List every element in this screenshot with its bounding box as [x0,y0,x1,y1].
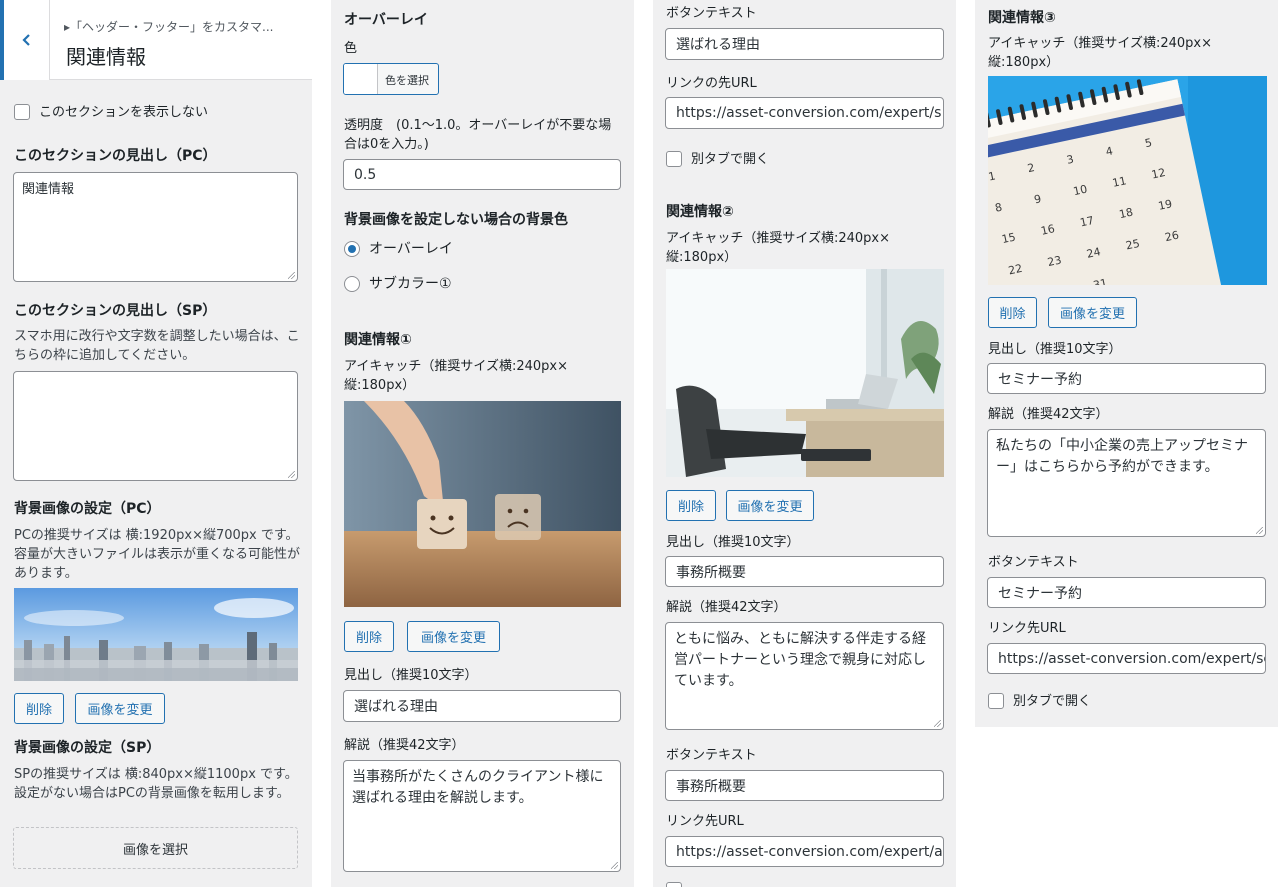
color-picker-button[interactable]: 色を選択 [343,63,439,95]
heading-sp-label: このセクションの見出し（SP） [14,303,217,319]
related1-new-tab-checkbox[interactable] [666,151,682,167]
radio-subcolor[interactable] [344,276,360,292]
heading-sp-textarea[interactable] [13,371,298,481]
hide-section-label: このセクションを表示しない [39,105,209,120]
related3-eyecatch-label: アイキャッチ（推奨サイズ横:240px×縦:180px） [988,36,1212,70]
related3-midashi-label: 見出し（推奨10文字） [988,342,1122,357]
related2-kaisetsu-label: 解説（推奨42文字） [666,600,787,615]
related2-eyecatch-label: アイキャッチ（推奨サイズ横:240px×縦:180px） [666,231,890,265]
radio-subcolor-label: サブカラー① [369,276,452,292]
select-image-label: 画像を選択 [122,842,188,858]
related1-change-button[interactable]: 画像を変更 [407,621,500,652]
related1-link-label: リンクの先URL [666,76,757,91]
bg-pc-label: 背景画像の設定（PC） [14,501,161,517]
related1-remove-button[interactable]: 削除 [344,621,394,652]
radio-overlay-label: オーバーレイ [369,241,453,257]
related3-eyecatch-image: 123458910111215161718192223242526293031 [988,76,1267,285]
related3-remove-button[interactable]: 削除 [988,297,1037,328]
color-picker-label: 色を選択 [385,74,429,87]
related2-eyecatch-image [666,269,944,477]
bg-pc-remove-button[interactable]: 削除 [14,693,64,724]
related1-link-input[interactable]: https://asset-conversion.com/expert/s [665,97,944,129]
customizer-panel-2: オーバーレイ 色 色を選択 透明度 (0.1〜1.0。オーバーレイが不要な場合は… [331,0,634,887]
bg-none-heading: 背景画像を設定しない場合の背景色 [344,212,568,228]
related2-link-input[interactable]: https://asset-conversion.com/expert/abo [665,836,944,867]
related2-link-label: リンク先URL [666,814,744,829]
bg-pc-description: PCの推奨サイズは 横:1920px×縦700px です。容量が大きいファイルは… [14,528,301,581]
related2-midashi-input[interactable]: 事務所概要 [665,556,944,587]
related3-midashi-input[interactable]: セミナー予約 [987,363,1266,394]
related3-kaisetsu-label: 解説（推奨42文字） [988,407,1109,422]
opacity-input[interactable]: 0.5 [343,159,621,190]
related1-heading: 関連情報① [344,332,412,348]
hide-section-checkbox[interactable] [14,104,30,120]
related2-heading: 関連情報② [666,204,734,220]
related3-button-text-input[interactable]: セミナー予約 [987,577,1266,608]
related3-button-text-label: ボタンテキスト [988,555,1079,570]
related3-link-input[interactable]: https://asset-conversion.com/expert/ser [987,643,1266,674]
related2-button-text-input[interactable]: 事務所概要 [665,770,944,801]
panel-header: ▸「ヘッダー・フッター」をカスタマ... 関連情報 [0,0,312,80]
bg-sp-label: 背景画像の設定（SP） [14,740,161,756]
related3-new-tab-checkbox[interactable] [988,693,1004,709]
overlay-heading: オーバーレイ [344,12,428,28]
heading-pc-label: このセクションの見出し（PC） [14,148,217,164]
related2-button-text-label: ボタンテキスト [666,748,757,763]
related1-eyecatch-image [344,401,621,607]
heading-pc-textarea[interactable]: 関連情報 [13,172,298,282]
color-swatch [344,64,378,94]
related2-midashi-label: 見出し（推奨10文字） [666,535,800,550]
back-button[interactable] [0,0,50,80]
related1-button-text-input[interactable]: 選ばれる理由 [665,28,944,60]
related3-change-button[interactable]: 画像を変更 [1048,297,1137,328]
customizer-panel-4: 関連情報③ アイキャッチ（推奨サイズ横:240px×縦:180px） 12345… [975,0,1278,727]
related2-new-tab-checkbox[interactable] [666,882,682,887]
related1-kaisetsu-label: 解説（推奨42文字） [344,738,465,753]
related1-new-tab-label: 別タブで開く [691,152,770,167]
related3-link-label: リンク先URL [988,621,1066,636]
customizer-panel-3: ボタンテキスト 選ばれる理由 リンクの先URL https://asset-co… [653,0,956,887]
bg-sp-select-image-button[interactable]: 画像を選択 [13,827,298,869]
heading-sp-description: スマホ用に改行や文字数を調整したい場合は、こちらの枠に追加してください。 [14,329,300,363]
related3-kaisetsu-textarea[interactable]: 私たちの「中小企業の売上アップセミナー」はこちらから予約ができます。 [987,429,1266,537]
radio-overlay[interactable] [344,241,360,257]
bg-sp-description: SPの推奨サイズは 横:840px×縦1100px です。設定がない場合はPCの… [14,767,298,801]
related2-kaisetsu-textarea[interactable]: ともに悩み、ともに解決する伴走する経営パートナーという理念で親身に対応しています… [665,622,944,730]
breadcrumb: ▸「ヘッダー・フッター」をカスタマ... [64,20,274,34]
related1-midashi-input[interactable]: 選ばれる理由 [343,690,621,722]
color-label: 色 [344,41,358,56]
customizer-panel-1: ▸「ヘッダー・フッター」をカスタマ... 関連情報 このセクションを表示しない … [0,0,312,887]
bg-pc-preview-image [14,588,298,681]
chevron-left-icon [21,34,30,46]
panel-title: 関連情報 [66,45,146,69]
related1-midashi-label: 見出し（推奨10文字） [344,668,478,683]
related2-change-button[interactable]: 画像を変更 [726,490,814,521]
related1-button-text-label: ボタンテキスト [666,6,757,21]
related3-heading: 関連情報③ [988,10,1056,26]
related3-new-tab-label: 別タブで開く [1013,694,1092,709]
opacity-label: 透明度 (0.1〜1.0。オーバーレイが不要な場合は0を入力。) [344,118,612,152]
related2-remove-button[interactable]: 削除 [666,490,716,521]
bg-pc-change-button[interactable]: 画像を変更 [75,693,165,724]
related1-kaisetsu-textarea[interactable]: 当事務所がたくさんのクライアント様に選ばれる理由を解説します。 [343,760,621,872]
related1-eyecatch-label: アイキャッチ（推奨サイズ横:240px×縦:180px） [344,359,568,393]
